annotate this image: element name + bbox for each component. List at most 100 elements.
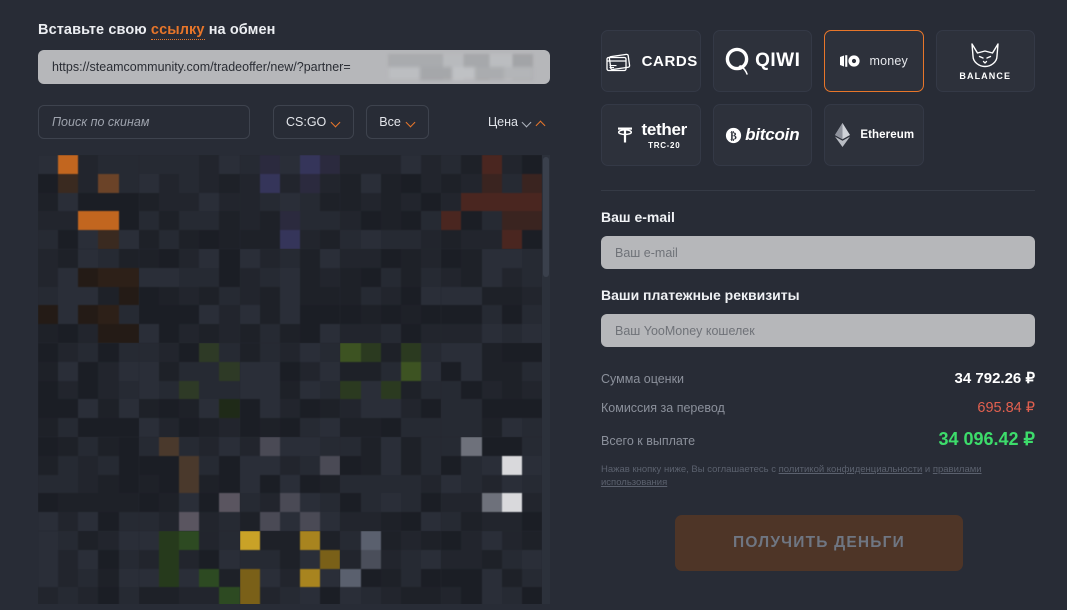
privacy-policy-link[interactable]: политикой конфиденциальности: [779, 464, 923, 475]
skin-thumbnail-censored: [340, 437, 442, 531]
search-input-wrapper[interactable]: [38, 105, 250, 139]
skin-card[interactable]: [38, 155, 139, 249]
skin-card[interactable]: [340, 155, 442, 249]
skin-card[interactable]: [239, 249, 341, 343]
game-filter-dropdown[interactable]: CS:GO: [273, 105, 355, 139]
chevron-down-icon: [407, 118, 416, 127]
type-filter-dropdown[interactable]: Все: [366, 105, 429, 139]
chevron-down-icon[interactable]: [523, 118, 532, 127]
skin-card[interactable]: [239, 155, 341, 249]
payment-method-tether-label: tether: [641, 120, 688, 139]
skin-card[interactable]: [441, 155, 542, 249]
skin-card[interactable]: [239, 343, 341, 437]
skin-thumbnail-censored: [239, 249, 341, 343]
bitcoin-icon: ₿: [725, 127, 742, 144]
skin-thumbnail-censored: [441, 249, 542, 343]
skin-card[interactable]: [340, 249, 442, 343]
skin-thumbnail-censored: [441, 343, 542, 437]
skin-card[interactable]: [138, 249, 240, 343]
payment-method-balance[interactable]: BALANCE: [935, 30, 1035, 92]
requisites-field-label: Ваши платежные реквизиты: [601, 287, 800, 303]
email-field[interactable]: [601, 245, 1035, 260]
filter-toolbar: CS:GO Все Цена: [38, 105, 550, 139]
skin-thumbnail-censored: [138, 155, 240, 249]
skin-thumbnail-censored: [340, 531, 442, 604]
trade-url-input[interactable]: https://steamcommunity.com/tradeoffer/ne…: [38, 50, 550, 84]
skin-thumbnail-censored: [38, 437, 139, 531]
right-panel: CARDS QIWI money BALANCE tether TRC-20 ₿…: [601, 30, 1035, 571]
skin-thumbnail-censored: [340, 155, 442, 249]
total-row-valuation: Сумма оценки 34 792.26 ₽: [601, 369, 1035, 387]
price-sort-control[interactable]: Цена: [488, 115, 550, 129]
payment-method-ethereum[interactable]: Ethereum: [824, 104, 924, 166]
skin-thumbnail-censored: [441, 155, 542, 249]
tether-icon: [615, 125, 635, 145]
skin-thumbnail-censored: [239, 531, 341, 604]
skins-grid-scrollbar-thumb[interactable]: [543, 157, 549, 277]
ethereum-icon: [833, 121, 852, 149]
payment-method-ethereum-label: Ethereum: [860, 129, 915, 141]
search-input[interactable]: [39, 115, 249, 129]
payment-method-qiwi[interactable]: QIWI: [712, 30, 812, 92]
requisites-field[interactable]: [601, 323, 1035, 338]
skin-thumbnail-censored: [441, 531, 542, 604]
skin-card[interactable]: [340, 531, 442, 604]
payment-method-yoomoney[interactable]: money: [824, 30, 924, 92]
section-divider: [601, 190, 1035, 191]
payment-method-qiwi-label: QIWI: [755, 50, 801, 71]
skin-thumbnail-censored: [441, 437, 542, 531]
payment-methods-grid: CARDS QIWI money BALANCE tether TRC-20 ₿…: [601, 30, 1035, 166]
left-panel: Вставьте свою ссылку на обмен https://st…: [38, 22, 550, 604]
skin-card[interactable]: [38, 343, 139, 437]
fox-head-icon: [968, 42, 1002, 68]
skin-card[interactable]: [239, 531, 341, 604]
skin-card[interactable]: [138, 531, 240, 604]
skin-thumbnail-censored: [38, 155, 139, 249]
skin-card[interactable]: [340, 343, 442, 437]
skins-grid[interactable]: [38, 155, 542, 604]
skin-card[interactable]: [38, 249, 139, 343]
skin-card[interactable]: [441, 249, 542, 343]
skin-card[interactable]: [138, 343, 240, 437]
price-sort-label: Цена: [487, 115, 518, 129]
skin-card[interactable]: [38, 531, 139, 604]
trade-link-word[interactable]: ссылку: [150, 22, 205, 40]
terms-text-1: Нажав кнопку ниже, Вы соглашаетесь с: [601, 464, 779, 475]
total-value-fee: 695.84 ₽: [977, 400, 1035, 416]
svg-text:₿: ₿: [730, 130, 737, 142]
total-value-payout: 34 096.42 ₽: [938, 429, 1035, 449]
skin-card[interactable]: [441, 343, 542, 437]
payment-method-cards-label: CARDS: [641, 52, 698, 70]
type-filter-label: Все: [379, 115, 401, 129]
skin-card[interactable]: [138, 437, 240, 531]
totals-summary: Сумма оценки 34 792.26 ₽ Комиссия за пер…: [601, 369, 1035, 450]
trade-link-label: Вставьте свою ссылку на обмен: [38, 22, 550, 40]
qiwi-icon: [724, 46, 752, 76]
trade-url-value: https://steamcommunity.com/tradeoffer/ne…: [52, 60, 351, 74]
skins-grid-scrollbar[interactable]: [542, 155, 550, 604]
skin-thumbnail-censored: [38, 343, 139, 437]
skin-thumbnail-censored: [38, 249, 139, 343]
skins-grid-container[interactable]: [38, 155, 550, 604]
get-money-button[interactable]: ПОЛУЧИТЬ ДЕНЬГИ: [675, 515, 963, 571]
requisites-field-wrapper[interactable]: [601, 314, 1035, 347]
skin-thumbnail-censored: [138, 437, 240, 531]
skin-card[interactable]: [38, 437, 139, 531]
payment-method-yoomoney-label: money: [869, 54, 909, 68]
total-label-valuation: Сумма оценки: [601, 372, 685, 386]
email-field-label: Ваш e-mail: [601, 209, 675, 225]
email-field-wrapper[interactable]: [601, 236, 1035, 269]
payment-method-tether[interactable]: tether TRC-20: [601, 104, 701, 166]
skin-card[interactable]: [239, 437, 341, 531]
payment-method-bitcoin[interactable]: ₿ bitcoin: [712, 104, 812, 166]
yoomoney-icon: [839, 54, 863, 68]
chevron-up-icon[interactable]: [537, 118, 546, 127]
payment-method-cards[interactable]: CARDS: [601, 30, 701, 92]
skin-card[interactable]: [138, 155, 240, 249]
skin-card[interactable]: [441, 437, 542, 531]
skin-thumbnail-censored: [340, 249, 442, 343]
skin-thumbnail-censored: [138, 531, 240, 604]
skin-card[interactable]: [441, 531, 542, 604]
skin-card[interactable]: [340, 437, 442, 531]
terms-text-2: и: [922, 464, 933, 475]
